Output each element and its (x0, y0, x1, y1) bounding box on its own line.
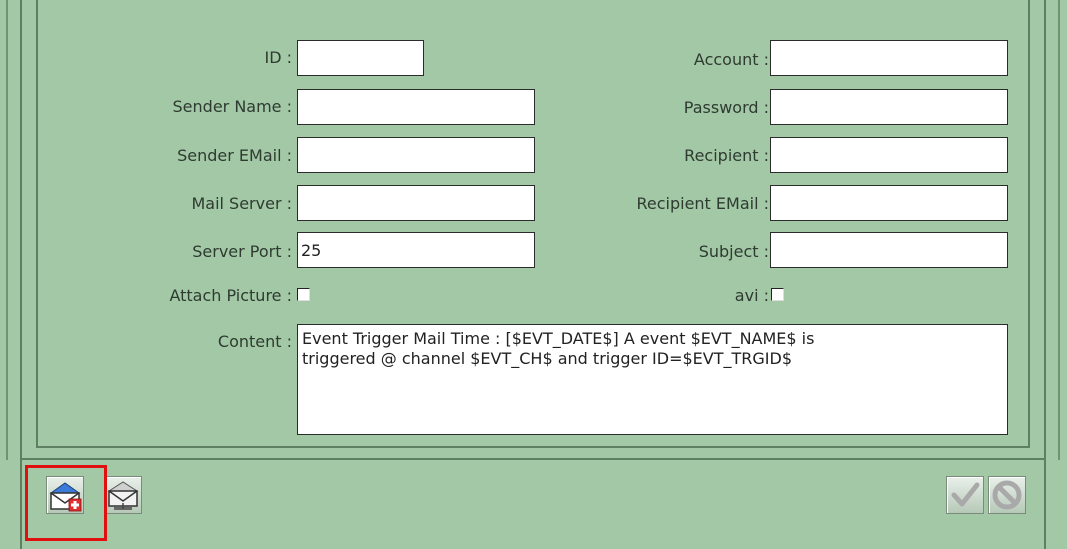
add-mail-button[interactable] (46, 476, 84, 514)
sender-email-label: Sender EMail : (177, 146, 292, 165)
content-textarea[interactable]: Event Trigger Mail Time : [$EVT_DATE$] A… (297, 324, 1008, 435)
server-port-field[interactable] (297, 232, 535, 268)
mail-send-icon (107, 481, 139, 510)
password-field[interactable] (770, 89, 1008, 125)
avi-checkbox[interactable] (771, 288, 784, 301)
send-mail-button[interactable] (104, 476, 142, 514)
confirm-button[interactable] (946, 476, 984, 514)
avi-label: avi : (734, 286, 769, 305)
recipient-email-field[interactable] (770, 185, 1008, 221)
account-label: Account : (693, 50, 769, 69)
subject-label: Subject : (698, 242, 769, 261)
account-field[interactable] (770, 40, 1008, 76)
recipient-email-label: Recipient EMail : (636, 194, 769, 213)
sender-email-field[interactable] (297, 137, 535, 173)
recipient-field[interactable] (770, 137, 1008, 173)
sender-name-label: Sender Name : (172, 97, 292, 116)
left-border (0, 0, 22, 549)
id-label: ID : (264, 48, 292, 67)
subject-field[interactable] (770, 232, 1008, 268)
id-field[interactable] (297, 40, 424, 76)
attach-picture-checkbox[interactable] (297, 288, 310, 301)
sender-name-field[interactable] (297, 89, 535, 125)
content-label: Content : (217, 332, 292, 351)
bottom-toolbar (22, 458, 1044, 549)
add-mail-icon (49, 482, 82, 512)
cancel-button[interactable] (988, 476, 1026, 514)
right-border (1044, 0, 1067, 549)
confirm-check-icon (951, 482, 980, 507)
mail-settings-window: ID : Sender Name : Sender EMail : Mail S… (0, 0, 1067, 549)
server-port-label: Server Port : (192, 242, 292, 261)
cancel-icon (992, 480, 1022, 510)
password-label: Password : (683, 98, 769, 117)
mail-server-label: Mail Server : (191, 194, 292, 213)
mail-server-field[interactable] (297, 185, 535, 221)
attach-picture-label: Attach Picture : (169, 286, 292, 305)
recipient-label: Recipient : (684, 146, 769, 165)
